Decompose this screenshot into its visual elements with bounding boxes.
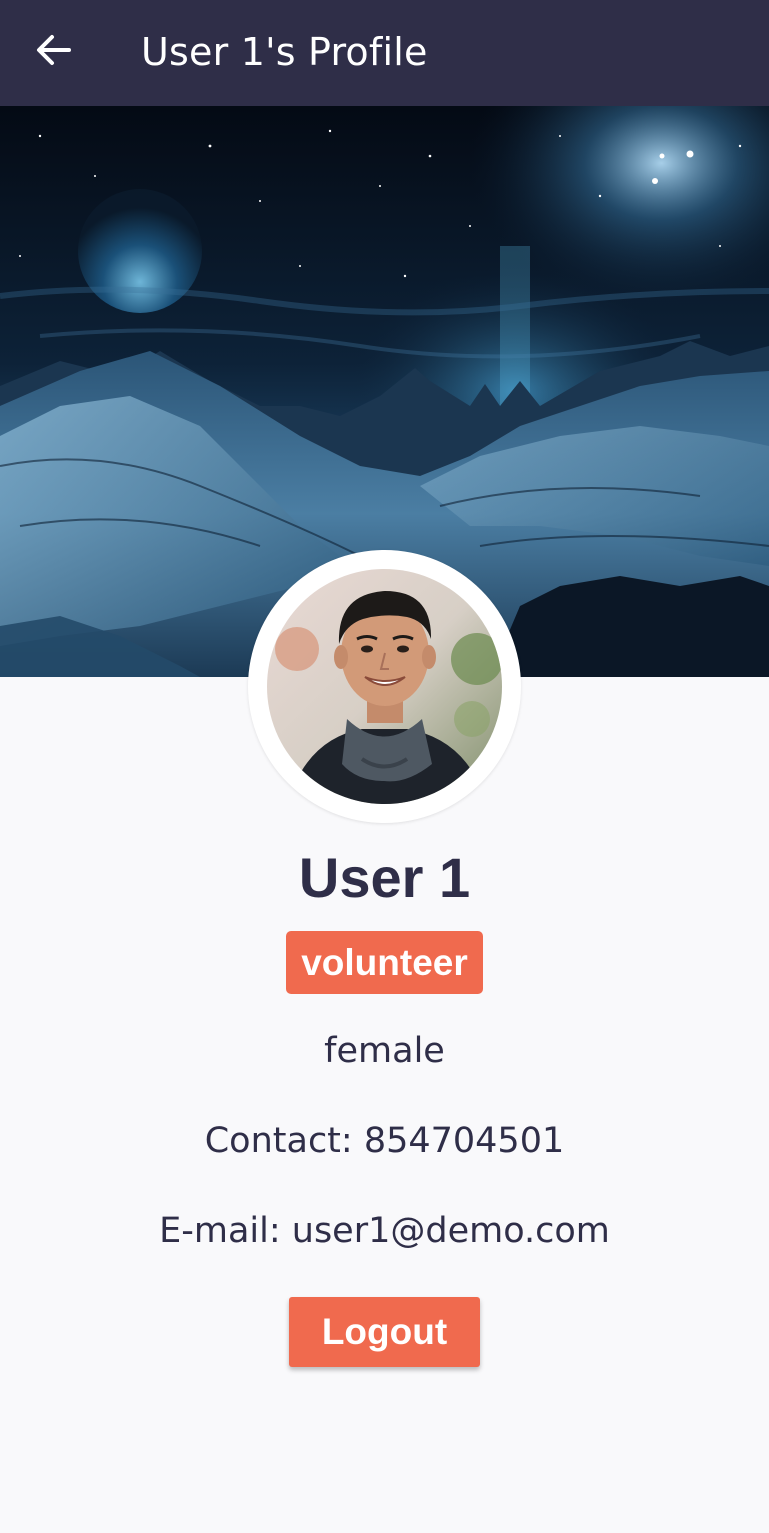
app-bar: User 1's Profile bbox=[0, 0, 769, 106]
back-button[interactable] bbox=[22, 22, 86, 82]
gender-text: female bbox=[324, 1031, 445, 1071]
logout-button[interactable]: Logout bbox=[289, 1297, 480, 1367]
user-name: User 1 bbox=[298, 846, 471, 909]
page-title: User 1's Profile bbox=[141, 30, 428, 74]
contact-text: Contact: 854704501 bbox=[204, 1121, 565, 1161]
role-badge: volunteer bbox=[286, 931, 483, 994]
avatar bbox=[248, 550, 521, 823]
user-avatar-photo bbox=[267, 569, 502, 804]
profile-screen: User 1's Profile User 1 volunteer female… bbox=[0, 0, 769, 1533]
email-text: E-mail: user1@demo.com bbox=[159, 1211, 610, 1251]
arrow-left-icon bbox=[36, 34, 72, 70]
